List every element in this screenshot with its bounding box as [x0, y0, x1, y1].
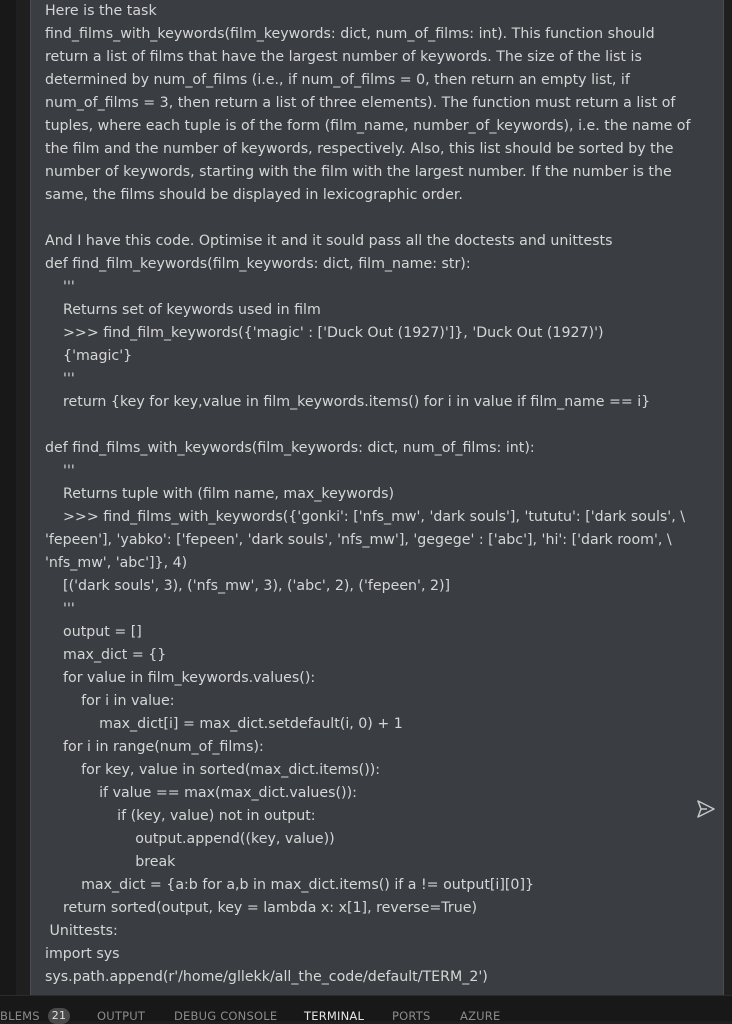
message-line: for i in value:: [45, 693, 175, 709]
chat-message-text[interactable]: Here is the task find_films_with_keywords…: [45, 0, 695, 989]
message-line: Returns set of keywords used in film: [45, 302, 321, 318]
message-line: tuples, where each tuple is of the form …: [45, 118, 691, 134]
problems-count-badge: 21: [48, 1008, 70, 1024]
message-line: break: [45, 854, 176, 870]
tab-terminal[interactable]: TERMINAL: [304, 1010, 364, 1022]
message-line: [45, 207, 695, 230]
tab-azure[interactable]: AZURE: [460, 1010, 500, 1022]
message-line: find_films_with_keywords(film_keywords: …: [45, 26, 655, 42]
left-gutter: [0, 0, 16, 995]
message-line: ''': [45, 279, 75, 295]
message-line: Here is the task: [45, 3, 157, 19]
tab-output[interactable]: OUTPUT: [97, 1010, 145, 1022]
message-line: number of keywords, starting with the fi…: [45, 164, 672, 180]
message-line: ''': [45, 371, 75, 387]
message-line: >>> find_film_keywords({'magic' : ['Duck…: [45, 325, 604, 341]
message-line: for value in film_keywords.values():: [45, 670, 316, 686]
message-line: if value == max(max_dict.values()):: [45, 785, 357, 801]
tab-debug-console[interactable]: DEBUG CONSOLE: [174, 1010, 277, 1022]
message-line: And I have this code. Optimise it and it…: [45, 233, 613, 249]
message-line: ''': [45, 463, 75, 479]
message-line: num_of_films = 3, then return a list of …: [45, 95, 676, 111]
message-line: output.append((key, value)): [45, 831, 335, 847]
tab-problems[interactable]: BLEMS: [0, 1010, 40, 1022]
tab-ports[interactable]: PORTS: [392, 1010, 430, 1022]
message-line: Returns tuple with (film name, max_keywo…: [45, 486, 395, 502]
message-line: max_dict = {}: [45, 647, 167, 663]
message-line: {'magic'}: [45, 348, 133, 364]
chat-input-area[interactable]: Here is the task find_films_with_keywords…: [30, 0, 724, 995]
message-line: output = []: [45, 624, 142, 640]
message-line: import sys: [45, 946, 120, 962]
message-line: for i in range(num_of_films):: [45, 739, 264, 755]
message-line: ''': [45, 601, 75, 617]
message-line: if (key, value) not in output:: [45, 808, 316, 824]
message-line: return sorted(output, key = lambda x: x[…: [45, 900, 477, 916]
message-line: [45, 414, 695, 437]
message-line: >>> find_films_with_keywords({'gonki': […: [45, 509, 686, 525]
send-icon[interactable]: [695, 798, 717, 820]
message-line: return {key for key,value in film_keywor…: [45, 394, 651, 410]
message-line: Unittests:: [45, 923, 118, 939]
message-line: def find_films_with_keywords(film_keywor…: [45, 440, 535, 456]
message-line: determined by num_of_films (i.e., if num…: [45, 72, 630, 88]
message-line: same, the films should be displayed in l…: [45, 187, 463, 203]
message-line: return a list of films that have the lar…: [45, 49, 642, 65]
panel-tab-bar: BLEMS 21 OUTPUT DEBUG CONSOLE TERMINAL P…: [0, 995, 732, 1024]
message-line: def find_film_keywords(film_keywords: di…: [45, 256, 471, 272]
message-line: max_dict = {a:b for a,b in max_dict.item…: [45, 877, 535, 893]
message-line: [('dark souls', 3), ('nfs_mw', 3), ('abc…: [45, 578, 451, 594]
message-line: 'fepeen'], 'yabko': ['fepeen', 'dark sou…: [45, 532, 672, 548]
message-line: sys.path.append(r'/home/gllekk/all_the_c…: [45, 969, 488, 985]
message-line: for key, value in sorted(max_dict.items(…: [45, 762, 381, 778]
message-line: 'nfs_mw', 'abc']}, 4): [45, 555, 188, 571]
message-line: the film and the number of keywords, res…: [45, 141, 674, 157]
message-line: max_dict[i] = max_dict.setdefault(i, 0) …: [45, 716, 403, 732]
